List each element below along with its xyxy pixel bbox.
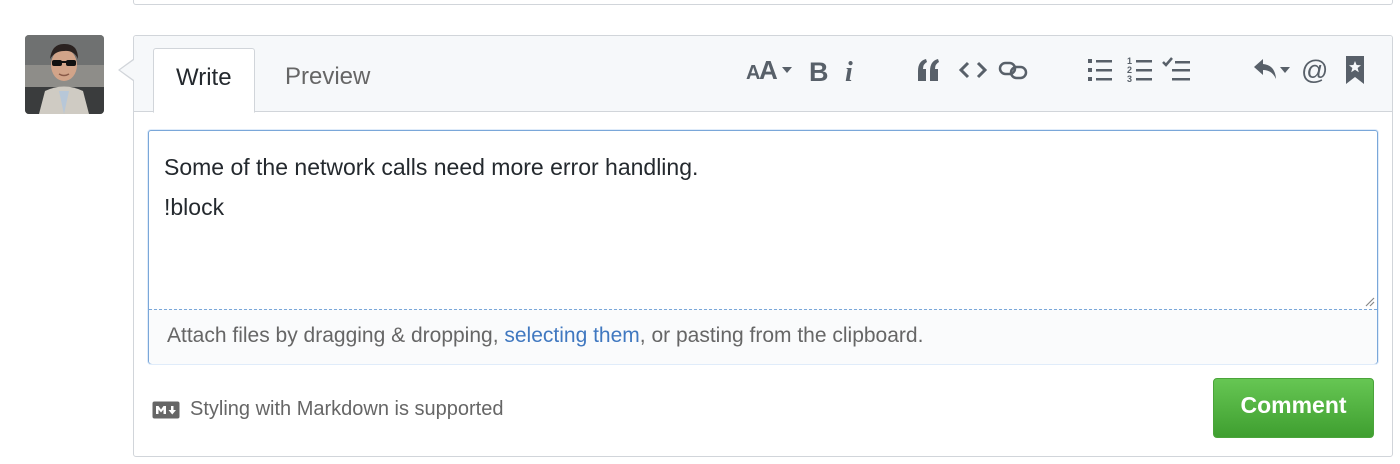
comment-editor: Some of the network calls need more erro… [148,130,1378,364]
svg-text:3: 3 [1127,74,1132,84]
markdown-hint-text: Styling with Markdown is supported [190,398,504,420]
bold-icon[interactable]: B [808,52,830,88]
svg-text:@: @ [1301,55,1328,85]
avatar-image [25,35,104,114]
italic-icon[interactable]: i [842,52,862,88]
file-attach-zone[interactable]: Attach files by dragging & dropping, sel… [149,309,1377,364]
editor-header: Write Preview A A B i 1 2 3 @ [134,36,1392,113]
markdown-hint[interactable]: Styling with Markdown is supported [152,398,503,421]
markdown-icon [152,401,180,418]
resize-handle-icon[interactable] [1363,295,1375,307]
avatar[interactable] [25,35,104,114]
link-icon[interactable] [998,52,1028,88]
svg-text:B: B [809,57,829,85]
attach-suffix: , or pasting from the clipboard. [639,324,924,347]
task-list-icon[interactable] [1162,52,1192,88]
attach-prefix: Attach files by dragging & dropping, [167,324,505,347]
previous-comment-box [133,0,1393,5]
comment-textarea[interactable]: Some of the network calls need more erro… [149,131,1377,310]
reply-icon[interactable] [1252,52,1292,88]
comment-form: Write Preview A A B i 1 2 3 @ Some of th… [133,35,1393,457]
tab-preview[interactable]: Preview [263,48,392,113]
code-icon[interactable] [958,52,988,88]
svg-text:A: A [759,55,778,85]
mention-icon[interactable]: @ [1300,52,1330,88]
quote-icon[interactable] [914,52,944,88]
comment-arrow-inner [120,60,134,80]
saved-reply-icon[interactable] [1342,52,1368,88]
svg-text:i: i [845,57,853,85]
header-text-icon[interactable]: A A [746,52,796,88]
select-files-link[interactable]: selecting them [504,324,639,347]
ordered-list-icon[interactable]: 1 2 3 [1126,52,1154,88]
unordered-list-icon[interactable] [1086,52,1114,88]
tab-write[interactable]: Write [153,48,255,113]
comment-button[interactable]: Comment [1213,378,1374,438]
